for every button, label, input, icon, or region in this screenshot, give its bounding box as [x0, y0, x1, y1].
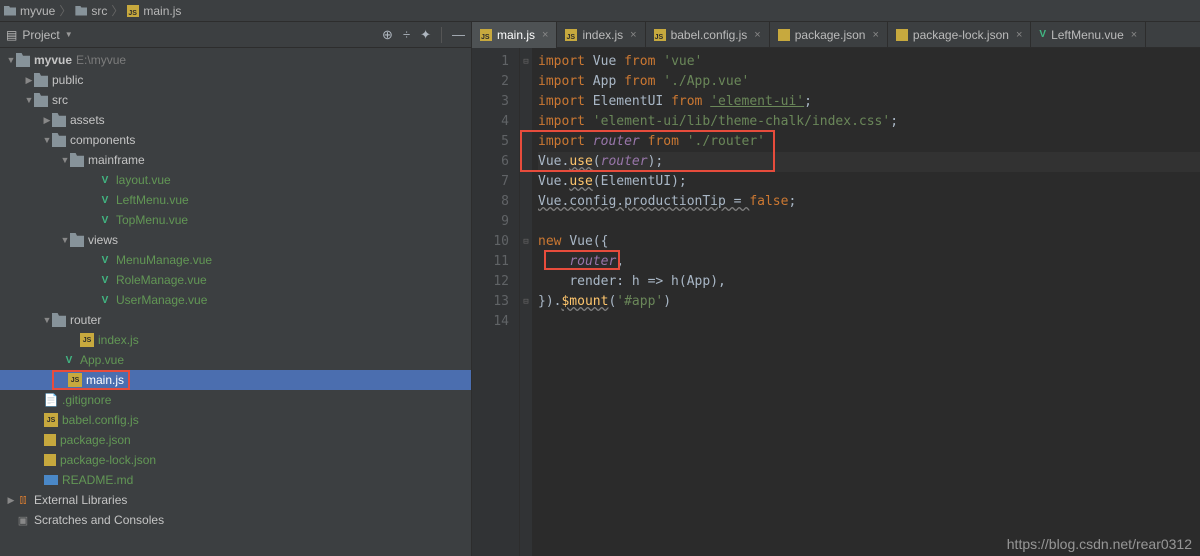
tab-indexjs[interactable]: JSindex.js× — [557, 22, 645, 48]
close-icon[interactable]: × — [872, 29, 878, 41]
window-icon: ▤ — [6, 28, 17, 42]
js-icon: JS — [565, 29, 577, 41]
gear-icon[interactable]: ✦ — [420, 27, 431, 43]
folder-icon — [75, 6, 87, 16]
project-tree[interactable]: myvueE:\myvue public src assets componen… — [0, 48, 471, 556]
breadcrumb-file[interactable]: JSmain.js — [127, 4, 181, 18]
tree-folder-views[interactable]: views — [0, 230, 471, 250]
code-content[interactable]: import Vue from 'vue' import App from '.… — [532, 48, 1200, 556]
tab-babel[interactable]: JSbabel.config.js× — [646, 22, 770, 48]
tree-root[interactable]: myvueE:\myvue — [0, 50, 471, 70]
tree-item[interactable]: JSindex.js — [0, 330, 471, 350]
watermark: https://blog.csdn.net/rear0312 — [1007, 536, 1192, 552]
tree-item[interactable]: VUserManage.vue — [0, 290, 471, 310]
breadcrumb-bar: myvue 〉 src 〉 JSmain.js — [0, 0, 1200, 22]
close-icon[interactable]: × — [542, 29, 548, 41]
line-gutter: 1234567891011121314 — [472, 48, 520, 556]
vue-icon: V — [98, 293, 112, 307]
tree-item[interactable]: 📄.gitignore — [0, 390, 471, 410]
vue-icon: V — [98, 213, 112, 227]
divider — [441, 27, 442, 43]
file-icon: 📄 — [44, 393, 58, 407]
tree-folder-components[interactable]: components — [0, 130, 471, 150]
vue-icon: V — [98, 273, 112, 287]
json-icon — [896, 29, 908, 41]
close-icon[interactable]: × — [630, 29, 636, 41]
tree-item-selected[interactable]: JSmain.js — [0, 370, 471, 390]
folder-icon — [52, 113, 66, 127]
js-icon: JS — [68, 373, 82, 387]
tree-ext-libs[interactable]: ⫾⫾External Libraries — [0, 490, 471, 510]
vue-icon: V — [1039, 29, 1046, 40]
tree-item[interactable]: package.json — [0, 430, 471, 450]
tree-item[interactable]: VTopMenu.vue — [0, 210, 471, 230]
hide-icon[interactable]: — — [452, 27, 465, 42]
js-icon: JS — [480, 29, 492, 41]
json-icon — [778, 29, 790, 41]
tree-item[interactable]: Vlayout.vue — [0, 170, 471, 190]
code-editor[interactable]: 1234567891011121314 ⊟⊟⊟ import Vue from … — [472, 48, 1200, 556]
folder-icon — [70, 233, 84, 247]
tree-folder-public[interactable]: public — [0, 70, 471, 90]
folder-icon — [34, 93, 48, 107]
editor-panel: JSmain.js× JSindex.js× JSbabel.config.js… — [472, 22, 1200, 556]
vue-icon: V — [98, 253, 112, 267]
close-icon[interactable]: × — [754, 29, 760, 41]
json-icon — [44, 454, 56, 466]
project-dropdown[interactable]: ▤ Project ▼ — [6, 28, 73, 42]
terminal-icon: ▣ — [16, 513, 30, 527]
project-tool-window: ▤ Project ▼ ⊕ ÷ ✦ — myvueE:\myvue public… — [0, 22, 472, 556]
folder-icon — [70, 153, 84, 167]
tree-folder-src[interactable]: src — [0, 90, 471, 110]
tab-packagelock[interactable]: package-lock.json× — [888, 22, 1032, 48]
tab-leftmenu[interactable]: VLeftMenu.vue× — [1031, 22, 1146, 48]
tree-folder-assets[interactable]: assets — [0, 110, 471, 130]
vue-icon: V — [62, 353, 76, 367]
target-icon[interactable]: ⊕ — [382, 27, 393, 43]
tree-item[interactable]: package-lock.json — [0, 450, 471, 470]
tree-item[interactable]: JSbabel.config.js — [0, 410, 471, 430]
close-icon[interactable]: × — [1016, 29, 1022, 41]
tree-scratches[interactable]: ▣Scratches and Consoles — [0, 510, 471, 530]
tree-item[interactable]: VRoleManage.vue — [0, 270, 471, 290]
folder-icon — [16, 53, 30, 67]
json-icon — [44, 434, 56, 446]
js-icon: JS — [127, 5, 139, 17]
close-icon[interactable]: × — [1131, 29, 1137, 41]
library-icon: ⫾⫾ — [16, 493, 30, 507]
vue-icon: V — [98, 193, 112, 207]
chevron-right-icon: 〉 — [59, 2, 71, 19]
tree-item[interactable]: VLeftMenu.vue — [0, 190, 471, 210]
tab-mainjs[interactable]: JSmain.js× — [472, 22, 557, 48]
tree-folder-router[interactable]: router — [0, 310, 471, 330]
breadcrumb-folder[interactable]: src — [75, 4, 107, 18]
chevron-right-icon: 〉 — [111, 2, 123, 19]
folder-icon — [4, 6, 16, 16]
collapse-icon[interactable]: ÷ — [403, 27, 410, 42]
breadcrumb-root[interactable]: myvue — [4, 4, 55, 18]
js-icon: JS — [44, 413, 58, 427]
project-header: ▤ Project ▼ ⊕ ÷ ✦ — — [0, 22, 471, 48]
tree-item[interactable]: VApp.vue — [0, 350, 471, 370]
tree-folder-mainframe[interactable]: mainframe — [0, 150, 471, 170]
fold-gutter: ⊟⊟⊟ — [520, 48, 532, 556]
tree-item[interactable]: VMenuManage.vue — [0, 250, 471, 270]
tree-item[interactable]: README.md — [0, 470, 471, 490]
editor-tabs: JSmain.js× JSindex.js× JSbabel.config.js… — [472, 22, 1200, 48]
folder-icon — [52, 313, 66, 327]
js-icon: JS — [80, 333, 94, 347]
js-icon: JS — [654, 29, 666, 41]
chevron-down-icon: ▼ — [65, 30, 73, 39]
folder-icon — [52, 133, 66, 147]
md-icon — [44, 475, 58, 485]
vue-icon: V — [98, 173, 112, 187]
folder-icon — [34, 73, 48, 87]
tab-package[interactable]: package.json× — [770, 22, 888, 48]
